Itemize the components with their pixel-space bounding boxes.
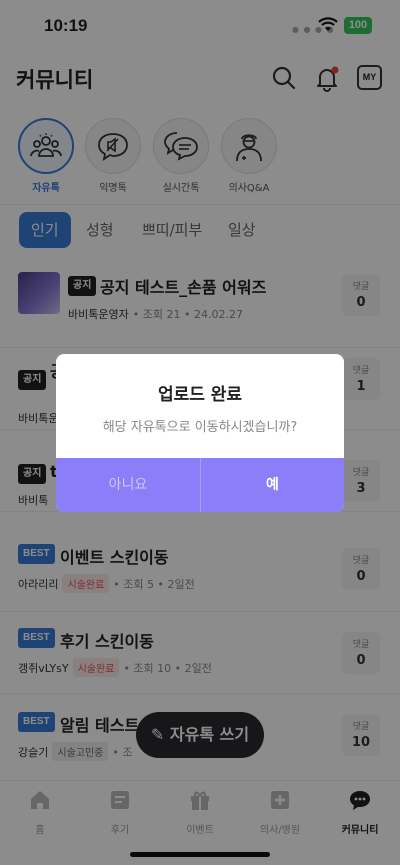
- dialog-title: 업로드 완료: [157, 385, 243, 405]
- dialog-message: 해당 자유톡으로 이동하시겠습니까?: [102, 420, 298, 435]
- dialog-no-button[interactable]: 아니요: [56, 458, 200, 512]
- upload-complete-dialog: 업로드 완료 해당 자유톡으로 이동하시겠습니까? 아니요 예: [56, 354, 344, 512]
- dialog-yes-button[interactable]: 예: [201, 458, 344, 512]
